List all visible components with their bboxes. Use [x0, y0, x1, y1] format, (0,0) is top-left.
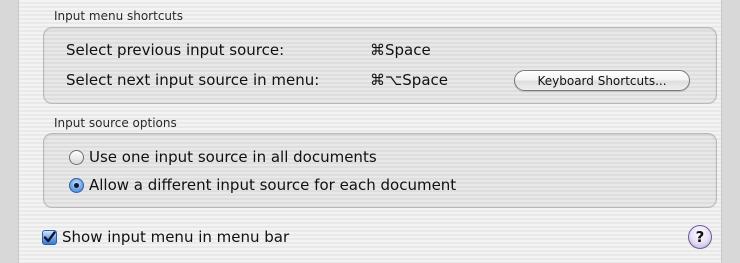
radio-button-unselected[interactable]	[69, 149, 84, 165]
radio-different-source-each-document[interactable]: Allow a different input source for each …	[69, 176, 456, 194]
shortcuts-section-title: Input menu shortcuts	[54, 9, 183, 23]
window-left-edge	[0, 0, 19, 263]
next-source-label: Select next input source in menu:	[66, 71, 320, 89]
radio-button-selected[interactable]	[69, 177, 84, 193]
options-group-box	[43, 133, 717, 208]
shortcuts-group-box	[43, 27, 717, 104]
previous-source-label: Select previous input source:	[66, 41, 285, 59]
radio-one-source-all-documents[interactable]: Use one input source in all documents	[69, 148, 377, 166]
help-button[interactable]: ?	[688, 225, 712, 249]
radio-label-one-source: Use one input source in all documents	[89, 148, 377, 166]
show-input-menu-label: Show input menu in menu bar	[62, 228, 290, 246]
checkmark-icon	[43, 230, 56, 242]
window-right-edge	[721, 0, 740, 263]
previous-source-shortcut: ⌘Space	[370, 41, 431, 59]
options-section-title: Input source options	[54, 116, 177, 130]
radio-label-different-source: Allow a different input source for each …	[89, 176, 457, 194]
radio-selected-dot	[74, 182, 79, 188]
show-input-menu-row[interactable]: Show input menu in menu bar	[42, 228, 289, 246]
next-source-shortcut: ⌘⌥Space	[370, 71, 448, 89]
show-input-menu-checkbox[interactable]	[42, 229, 57, 245]
keyboard-shortcuts-button[interactable]: Keyboard Shortcuts...	[514, 70, 690, 91]
